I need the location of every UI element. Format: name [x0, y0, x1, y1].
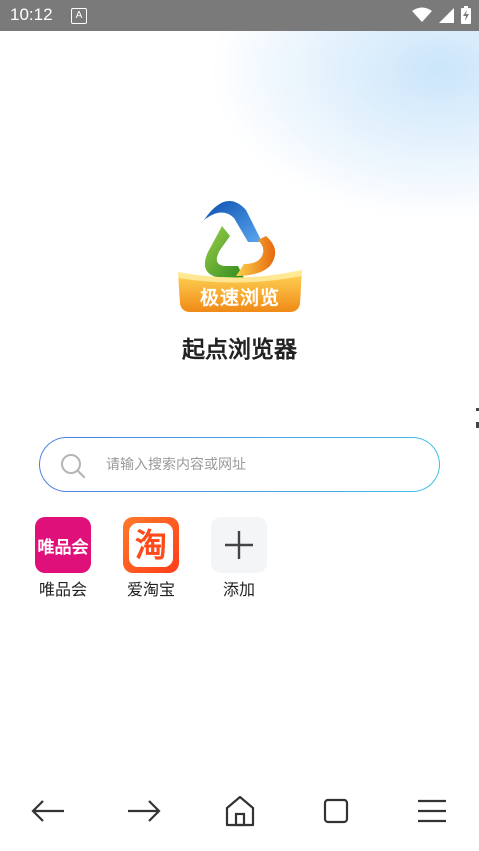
search-bar[interactable]: [39, 437, 440, 492]
bottom-navigation: [0, 785, 479, 835]
search-input[interactable]: [106, 455, 406, 475]
shortcut-aitaobao[interactable]: 淘 爱淘宝: [116, 517, 186, 600]
forward-arrow-icon: [128, 800, 161, 822]
shortcut-vipshop[interactable]: 唯品会 唯品会: [28, 517, 98, 600]
app-title: 起点浏览器: [182, 337, 297, 363]
add-tile: [211, 517, 267, 573]
back-button[interactable]: [30, 793, 66, 829]
taobao-logo-icon: 淘: [123, 517, 179, 573]
notification-a-icon: A: [71, 8, 87, 24]
shortcut-label: 爱淘宝: [126, 580, 175, 599]
plus-icon: [225, 531, 253, 559]
logo-banner-text: 极速浏览: [199, 287, 280, 309]
shortcut-label: 唯品会: [38, 580, 87, 599]
menu-button[interactable]: [414, 793, 450, 829]
wifi-icon: [412, 7, 432, 22]
battery-charging-icon: [461, 6, 471, 24]
app-logo: 极速浏览: [174, 192, 306, 316]
vipshop-tile-text: 唯品会: [37, 537, 89, 558]
forward-button[interactable]: [126, 793, 162, 829]
status-icons: [412, 6, 471, 24]
home-button[interactable]: [222, 793, 258, 829]
status-bar: 10:12 A: [0, 0, 479, 31]
search-icon: [61, 454, 86, 479]
signal-icon: [439, 7, 454, 23]
vipshop-logo-icon: 唯品会: [35, 517, 91, 573]
home-icon: [225, 795, 255, 827]
tabs-icon: [323, 798, 349, 824]
back-arrow-icon: [31, 800, 64, 822]
shortcut-add[interactable]: 添加: [204, 517, 274, 600]
menu-icon: [418, 799, 446, 823]
status-time: 10:12: [10, 5, 53, 24]
shortcut-label: 添加: [222, 580, 255, 599]
taobao-tile-text: 淘: [134, 526, 167, 564]
tabs-button[interactable]: [318, 793, 354, 829]
